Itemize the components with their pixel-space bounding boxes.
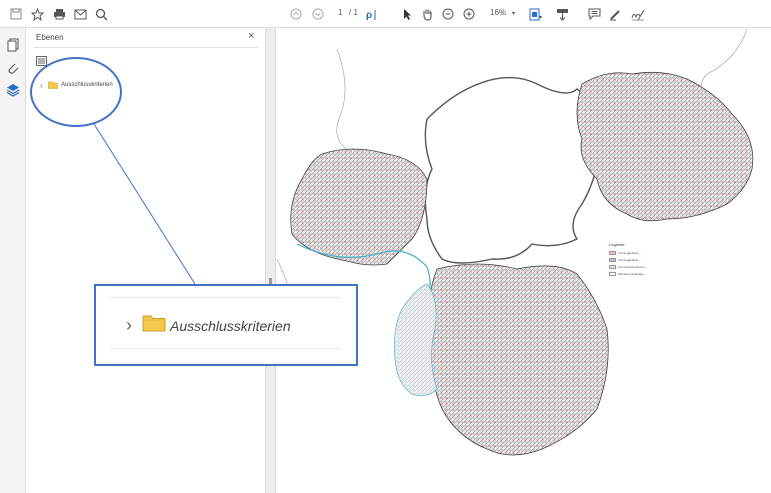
- zoom-bottom-line: [110, 348, 340, 349]
- zoom-divider: [110, 297, 340, 298]
- chevron-right-icon: ›: [126, 315, 132, 335]
- folder-icon: [142, 314, 166, 337]
- zoomed-layer-item: › Ausschlusskriterien: [126, 314, 291, 337]
- callout-circle: [30, 57, 122, 127]
- callout-zoom-box: › Ausschlusskriterien: [94, 284, 358, 366]
- zoomed-layer-label: Ausschlusskriterien: [170, 317, 291, 334]
